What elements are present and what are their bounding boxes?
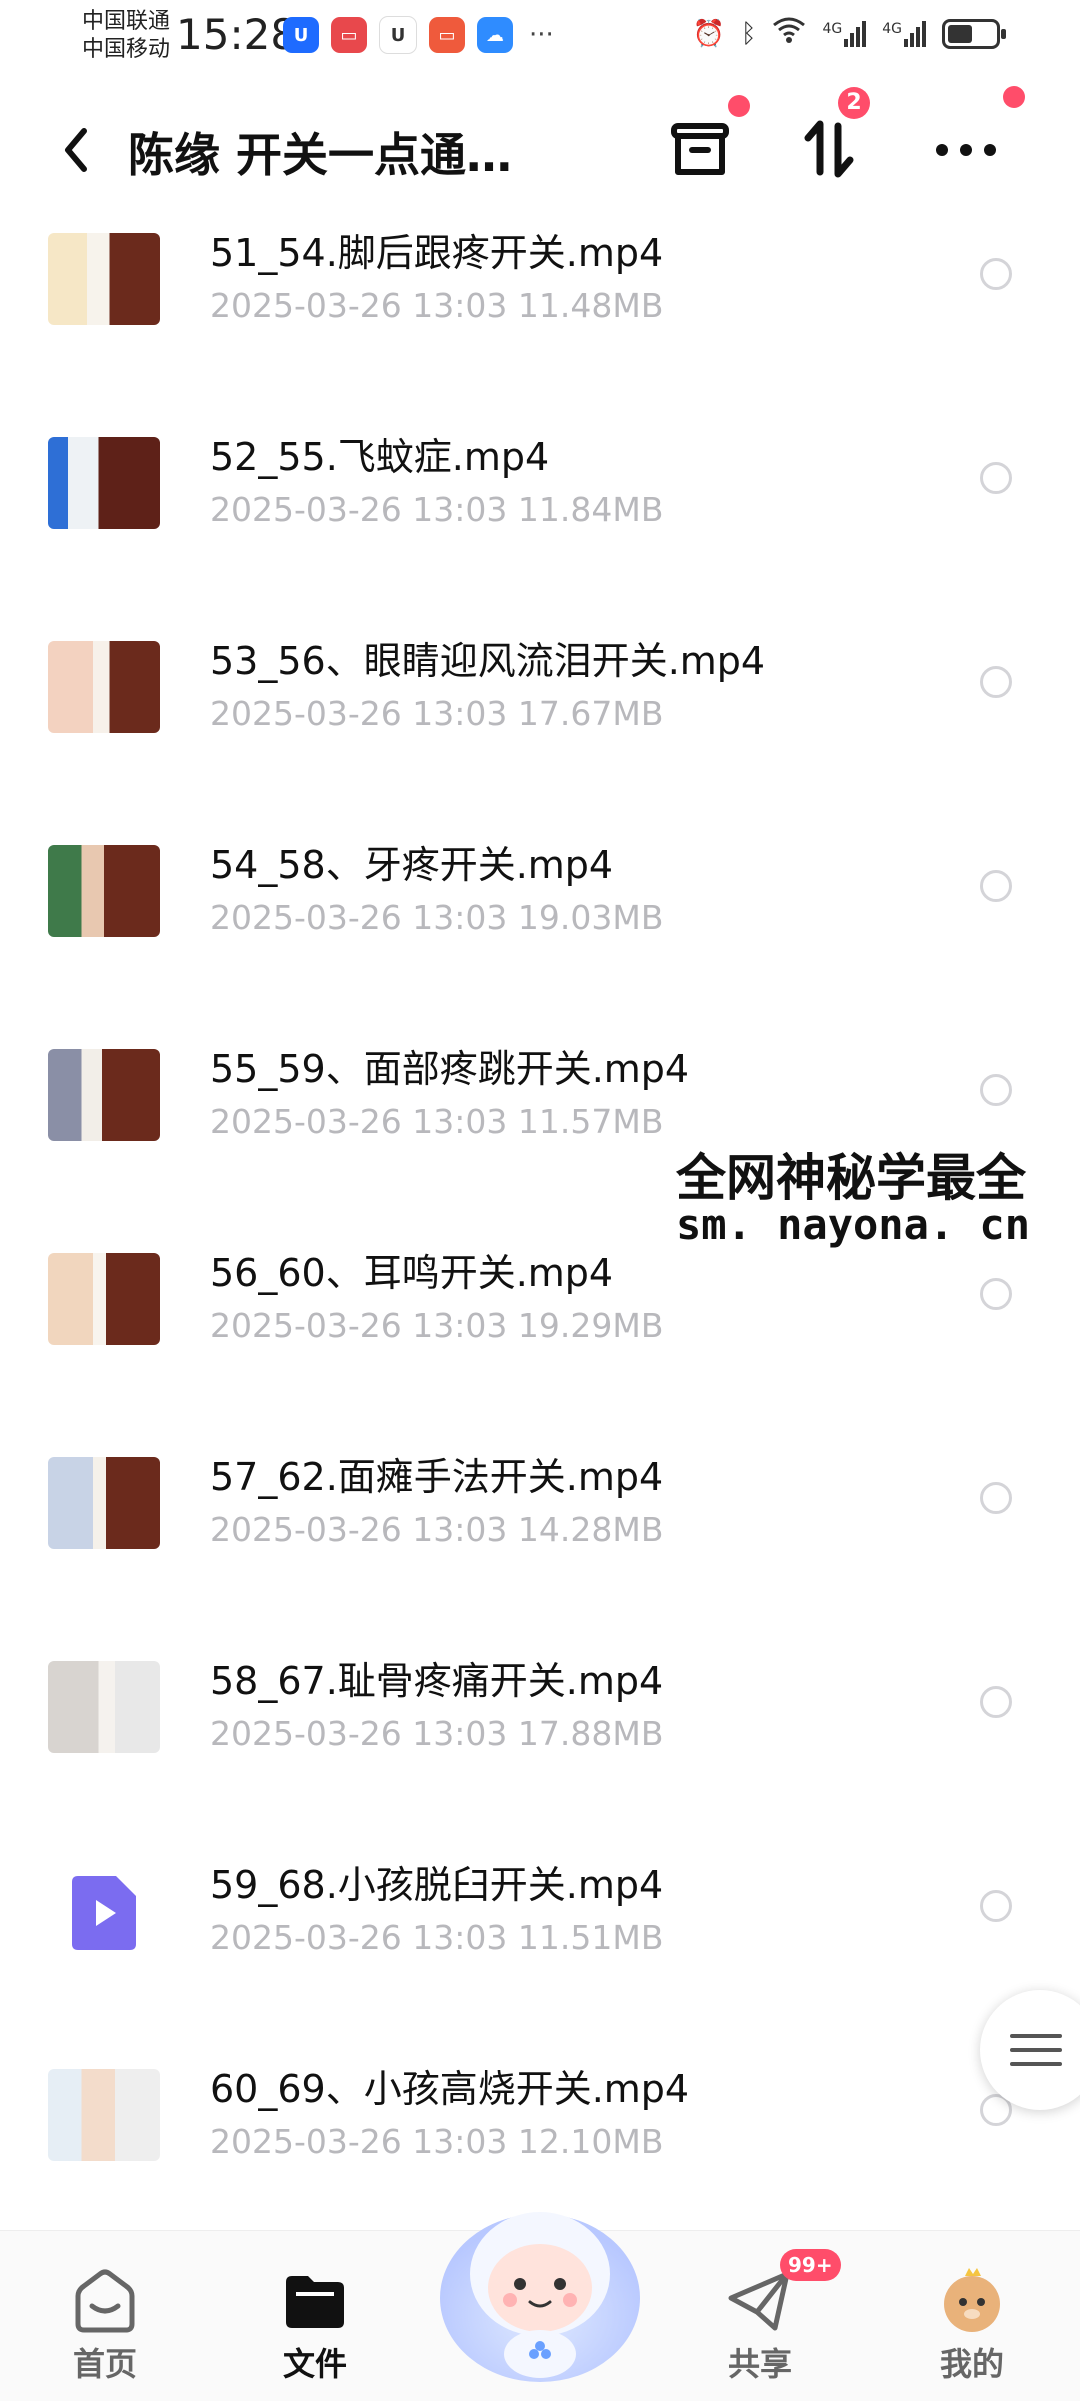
video-file-icon	[72, 1876, 136, 1950]
status-bar: 中国联通 中国移动 15:28 U ▭ U ▭ ☁ ··· ⏰ ᛒ 4G 4G	[0, 0, 1080, 80]
video-thumbnail	[48, 1457, 160, 1549]
folder-title: 陈缘 开关一点通…	[128, 128, 513, 182]
watermark-line-2: sm. nayona. cn	[676, 1200, 1031, 1249]
huawei-notification-icon: ▭	[331, 17, 367, 53]
file-name: 55_59、面部疼跳开关.mp4	[210, 1047, 690, 1091]
shop-notification-icon: ▭	[429, 17, 465, 53]
file-meta: 2025-03-26 13:03 11.48MB	[210, 286, 664, 325]
assistant-mascot-button[interactable]	[430, 2178, 650, 2388]
back-button[interactable]	[46, 115, 116, 185]
file-name: 53_56、眼睛迎风流泪开关.mp4	[210, 639, 766, 683]
file-name: 57_62.面瘫手法开关.mp4	[210, 1455, 664, 1499]
file-meta: 2025-03-26 13:03 11.84MB	[210, 490, 664, 529]
file-name: 60_69、小孩高烧开关.mp4	[210, 2067, 690, 2111]
select-radio[interactable]	[980, 1074, 1012, 1106]
file-name: 51_54.脚后跟疼开关.mp4	[210, 231, 664, 275]
video-thumbnail	[48, 1661, 160, 1753]
file-row[interactable]: 53_56、眼睛迎风流泪开关.mp4 2025-03-26 13:03 17.6…	[0, 608, 1080, 812]
share-badge: 99+	[780, 2249, 841, 2281]
select-radio[interactable]	[980, 1890, 1012, 1922]
alarm-icon: ⏰	[692, 18, 725, 49]
file-row[interactable]: 57_62.面瘫手法开关.mp4 2025-03-26 13:03 14.28M…	[0, 1424, 1080, 1628]
select-radio[interactable]	[980, 666, 1012, 698]
tab-home-label: 首页	[72, 2345, 137, 2383]
network-type-2: 4G	[882, 20, 902, 37]
transfer-box-button[interactable]	[660, 110, 740, 190]
tab-home[interactable]: 首页	[35, 2231, 175, 2401]
tab-files[interactable]: 文件	[245, 2231, 385, 2401]
clock: 15:28	[176, 10, 298, 59]
app-notification-icon: U	[283, 17, 319, 53]
file-meta: 2025-03-26 13:03 11.57MB	[210, 1102, 664, 1141]
box-icon	[671, 123, 729, 175]
video-thumbnail	[48, 1253, 160, 1345]
select-radio[interactable]	[980, 1686, 1012, 1718]
select-radio[interactable]	[980, 1278, 1012, 1310]
video-thumbnail	[48, 233, 160, 325]
home-icon	[75, 2269, 135, 2333]
carrier-1: 中国联通	[82, 9, 171, 34]
tab-share[interactable]: 共享 99+	[690, 2231, 841, 2401]
chevron-left-icon	[65, 128, 87, 172]
hamburger-icon	[1010, 2034, 1062, 2066]
select-radio[interactable]	[980, 1482, 1012, 1514]
sort-arrows-icon	[804, 120, 854, 178]
file-row[interactable]: 56_60、耳鸣开关.mp4 2025-03-26 13:03 19.29MB	[0, 1220, 1080, 1424]
file-name: 59_68.小孩脱臼开关.mp4	[210, 1863, 664, 1907]
file-meta: 2025-03-26 13:03 11.51MB	[210, 1918, 664, 1957]
file-name: 58_67.耻骨疼痛开关.mp4	[210, 1659, 664, 1703]
more-options-button[interactable]	[926, 110, 1006, 190]
network-type-1: 4G	[822, 20, 843, 37]
video-thumbnail	[48, 641, 160, 733]
file-name: 54_58、牙疼开关.mp4	[210, 843, 614, 887]
app-notification-icon: U	[379, 16, 417, 54]
file-row[interactable]: 59_68.小孩脱臼开关.mp4 2025-03-26 13:03 11.51M…	[0, 1832, 1080, 2036]
folder-icon	[286, 2276, 344, 2328]
sort-badge: 2	[838, 87, 870, 119]
file-meta: 2025-03-26 13:03 12.10MB	[210, 2122, 664, 2161]
wifi-icon	[772, 16, 806, 51]
tab-mine-label: 我的	[939, 2345, 1004, 2383]
file-meta: 2025-03-26 13:03 17.88MB	[210, 1714, 664, 1753]
more-notification-dot	[1003, 86, 1025, 108]
select-radio[interactable]	[980, 462, 1012, 494]
file-row[interactable]: 51_54.脚后跟疼开关.mp4 2025-03-26 13:03 11.48M…	[0, 200, 1080, 404]
file-name: 56_60、耳鸣开关.mp4	[210, 1251, 614, 1295]
file-meta: 2025-03-26 13:03 19.03MB	[210, 898, 664, 937]
notification-icons: U ▭ U ▭ ☁ ···	[283, 16, 554, 54]
video-thumbnail	[48, 2069, 160, 2161]
video-thumbnail	[48, 437, 160, 529]
more-dots-icon	[936, 144, 996, 156]
video-thumbnail	[48, 1049, 160, 1141]
file-row[interactable]: 52_55.飞蚊症.mp4 2025-03-26 13:03 11.84MB	[0, 404, 1080, 608]
tab-files-label: 文件	[282, 2345, 347, 2383]
select-radio[interactable]	[980, 258, 1012, 290]
file-meta: 2025-03-26 13:03 14.28MB	[210, 1510, 664, 1549]
signal-2-icon: 4G	[882, 20, 926, 47]
more-notifications-icon: ···	[529, 20, 554, 50]
file-meta: 2025-03-26 13:03 19.29MB	[210, 1306, 664, 1345]
tab-mine[interactable]: 我的	[902, 2231, 1042, 2401]
app-header: 陈缘 开关一点通… 2	[0, 86, 1080, 205]
carrier-info: 中国联通 中国移动	[82, 8, 170, 64]
video-thumbnail	[48, 845, 160, 937]
bluetooth-icon: ᛒ	[740, 18, 757, 49]
mascot-icon	[440, 2212, 640, 2382]
carrier-2: 中国移动	[82, 37, 171, 62]
select-radio[interactable]	[980, 870, 1012, 902]
signal-1-icon: 4G	[822, 20, 867, 47]
sort-button[interactable]	[790, 110, 870, 190]
file-meta: 2025-03-26 13:03 17.67MB	[210, 694, 664, 733]
tab-share-label: 共享	[727, 2345, 792, 2383]
box-notification-dot	[728, 95, 750, 117]
avatar-icon	[944, 2268, 1000, 2332]
file-name: 52_55.飞蚊症.mp4	[210, 435, 550, 479]
file-row[interactable]: 54_58、牙疼开关.mp4 2025-03-26 13:03 19.03MB	[0, 812, 1080, 1016]
system-icons: ⏰ ᛒ 4G 4G	[692, 16, 1006, 51]
battery-icon	[942, 18, 1006, 49]
file-row[interactable]: 58_67.耻骨疼痛开关.mp4 2025-03-26 13:03 17.88M…	[0, 1628, 1080, 1832]
weather-notification-icon: ☁	[477, 17, 513, 53]
